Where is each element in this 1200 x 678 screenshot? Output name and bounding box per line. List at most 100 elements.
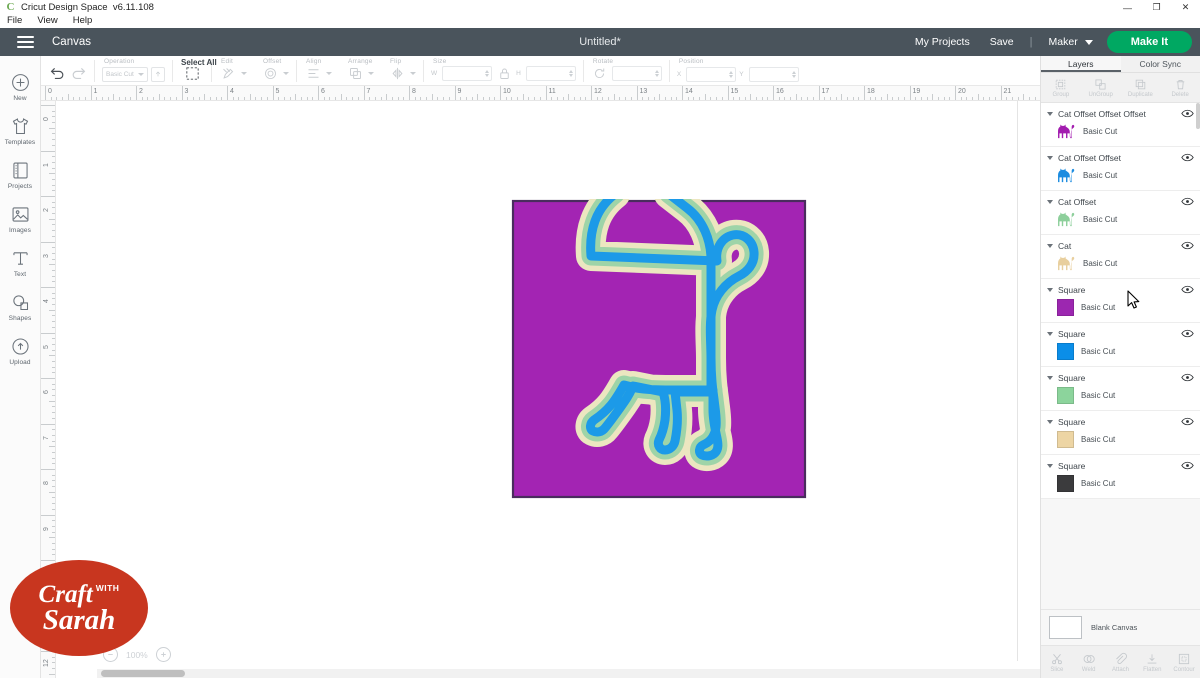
sidebar-item-new[interactable]: New <box>0 64 40 108</box>
chevron-down-icon[interactable] <box>1047 375 1053 380</box>
flatten-button[interactable]: Flatten <box>1136 646 1168 678</box>
close-icon[interactable]: ✕ <box>1171 0 1200 15</box>
sidebar-item-upload[interactable]: Upload <box>0 328 40 372</box>
layer-row[interactable]: Cat Basic Cut <box>1041 235 1200 279</box>
sidebar-item-projects[interactable]: Projects <box>0 152 40 196</box>
eye-visibility-icon[interactable] <box>1181 152 1194 163</box>
menu-view[interactable]: View <box>34 14 60 27</box>
machine-selector[interactable]: Maker <box>1039 36 1097 48</box>
chevron-down-icon[interactable] <box>1047 243 1053 248</box>
layer-color-swatch[interactable] <box>1057 387 1074 404</box>
select-all-button[interactable] <box>183 65 201 82</box>
ruler-subtick <box>886 94 888 100</box>
attach-button[interactable]: Attach <box>1105 646 1137 678</box>
layer-color-swatch[interactable] <box>1057 431 1074 448</box>
ruler-subtick <box>49 218 55 220</box>
blank-canvas-row[interactable]: Blank Canvas <box>1041 609 1200 645</box>
eye-visibility-icon[interactable] <box>1181 196 1194 207</box>
edit-icon[interactable] <box>219 65 237 82</box>
layer-color-swatch[interactable] <box>1057 475 1074 492</box>
layer-cat-thumbnail[interactable] <box>1057 167 1076 184</box>
position-y-label: Y <box>739 70 744 78</box>
layer-color-swatch[interactable] <box>1057 343 1074 360</box>
operation-select[interactable]: Basic Cut <box>102 66 148 82</box>
scrollbar-thumb[interactable] <box>101 670 185 677</box>
layers-panel: Layers Color Sync Group UnGroup Duplicat… <box>1040 56 1200 678</box>
layer-row[interactable]: Square Basic Cut <box>1041 411 1200 455</box>
eye-visibility-icon[interactable] <box>1181 108 1194 119</box>
layer-cat-thumbnail[interactable] <box>1057 255 1076 272</box>
layer-list[interactable]: Cat Offset Offset Offset Basic Cut Cat Off… <box>1041 103 1200 609</box>
layer-cat-thumbnail[interactable] <box>1057 211 1076 228</box>
zoom-in-button[interactable] <box>155 647 171 662</box>
eye-visibility-icon[interactable] <box>1181 460 1194 471</box>
chevron-down-icon[interactable] <box>1047 111 1053 116</box>
position-x-input[interactable] <box>686 66 737 82</box>
sidebar-item-text[interactable]: Text <box>0 240 40 284</box>
chevron-down-icon[interactable] <box>1047 199 1053 204</box>
position-label: Position <box>678 57 704 65</box>
tab-color-sync[interactable]: Color Sync <box>1121 56 1200 72</box>
layer-cat-thumbnail[interactable] <box>1057 123 1076 140</box>
eye-visibility-icon[interactable] <box>1181 328 1194 339</box>
sidebar-item-shapes[interactable]: Shapes <box>0 284 40 328</box>
maximize-icon[interactable]: ❐ <box>1142 0 1171 15</box>
eye-visibility-icon[interactable] <box>1181 416 1194 427</box>
align-icon[interactable] <box>304 65 322 82</box>
menu-file[interactable]: File <box>4 14 25 27</box>
save-button[interactable]: Save <box>980 36 1024 48</box>
horizontal-scrollbar[interactable] <box>97 669 1059 678</box>
cricut-logo-icon: C <box>6 1 15 13</box>
chevron-down-icon[interactable] <box>1047 419 1053 424</box>
ungroup-button[interactable]: UnGroup <box>1081 73 1121 102</box>
chevron-down-icon[interactable] <box>1047 331 1053 336</box>
ruler-subtick <box>49 173 55 175</box>
delete-button[interactable]: Delete <box>1160 73 1200 102</box>
weld-button[interactable]: Weld <box>1073 646 1105 678</box>
undo-icon[interactable] <box>48 65 66 82</box>
layer-row[interactable]: Square Basic Cut <box>1041 455 1200 499</box>
minimize-icon[interactable]: — <box>1113 0 1142 15</box>
flip-icon[interactable] <box>388 65 406 82</box>
sidebar-label-projects: Projects <box>7 183 33 190</box>
redo-icon[interactable] <box>69 65 87 82</box>
craft-with-sarah-watermark: Craft WITH Sarah <box>10 560 148 656</box>
group-button[interactable]: Group <box>1041 73 1081 102</box>
eye-visibility-icon[interactable] <box>1181 284 1194 295</box>
layers-scrollbar-thumb[interactable] <box>1196 103 1200 129</box>
eye-visibility-icon[interactable] <box>1181 372 1194 383</box>
offset-icon[interactable] <box>261 65 279 82</box>
layer-color-swatch[interactable] <box>1057 299 1074 316</box>
eye-visibility-icon[interactable] <box>1181 240 1194 251</box>
size-height-input[interactable] <box>525 65 576 81</box>
chevron-down-icon[interactable] <box>1047 463 1053 468</box>
size-width-input[interactable] <box>442 65 493 81</box>
tab-layers[interactable]: Layers <box>1041 56 1121 72</box>
layer-row[interactable]: Square Basic Cut <box>1041 367 1200 411</box>
ruler-tick <box>591 86 592 100</box>
layer-row[interactable]: Cat Offset Offset Offset Basic Cut <box>1041 103 1200 147</box>
arrange-icon[interactable] <box>346 65 364 82</box>
contour-button[interactable]: Contour <box>1168 646 1200 678</box>
layer-row[interactable]: Square Basic Cut <box>1041 323 1200 367</box>
make-it-button[interactable]: Make It <box>1106 31 1192 53</box>
operation-settings-button[interactable] <box>151 66 165 82</box>
lock-aspect-icon[interactable] <box>495 65 513 82</box>
blank-canvas-swatch[interactable] <box>1049 616 1082 639</box>
sidebar-item-images[interactable]: Images <box>0 196 40 240</box>
chevron-down-icon[interactable] <box>1047 155 1053 160</box>
layer-row[interactable]: Cat Offset Basic Cut <box>1041 191 1200 235</box>
hamburger-menu-icon[interactable] <box>8 36 42 48</box>
sidebar-item-templates[interactable]: Templates <box>0 108 40 152</box>
position-y-input[interactable] <box>748 66 799 82</box>
layer-row[interactable]: Square Basic Cut <box>1041 279 1200 323</box>
duplicate-button[interactable]: Duplicate <box>1121 73 1161 102</box>
my-projects-link[interactable]: My Projects <box>905 36 980 48</box>
menu-help[interactable]: Help <box>70 14 96 27</box>
canvas-mat[interactable] <box>56 101 1040 678</box>
layer-row[interactable]: Cat Offset Offset Basic Cut <box>1041 147 1200 191</box>
chevron-down-icon[interactable] <box>1047 287 1053 292</box>
artwork-cat-offsets[interactable] <box>511 199 807 499</box>
slice-button[interactable]: Slice <box>1041 646 1073 678</box>
rotate-input[interactable] <box>611 65 662 81</box>
